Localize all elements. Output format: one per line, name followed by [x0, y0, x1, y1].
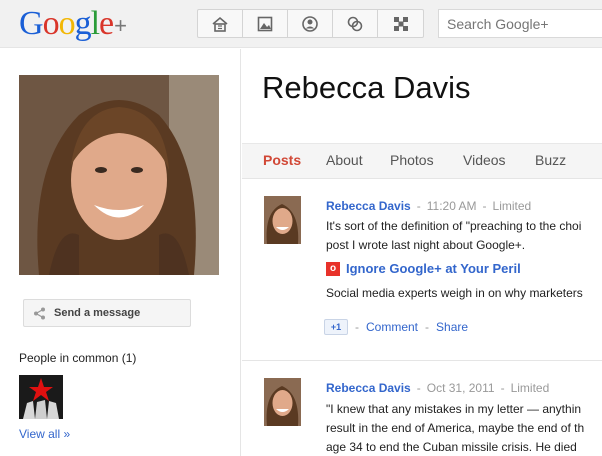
comment-link[interactable]: Comment	[366, 320, 418, 334]
profile-tabs: Posts About Photos Videos Buzz	[242, 143, 602, 179]
share-link[interactable]: Share	[436, 320, 468, 334]
post-visibility[interactable]: Limited	[493, 199, 532, 213]
tab-buzz[interactable]: Buzz	[535, 152, 566, 168]
post-visibility[interactable]: Limited	[511, 381, 550, 395]
tab-about[interactable]: About	[326, 152, 363, 168]
people-in-common-label: People in common (1)	[19, 351, 137, 365]
nav-profile-button[interactable]	[288, 10, 333, 37]
common-person-avatar[interactable]	[19, 375, 63, 419]
profile-sidebar: Send a message People in common (1) View…	[0, 49, 241, 456]
shared-link-description: Social media experts weigh in on why mar…	[326, 286, 583, 300]
profile-icon	[302, 15, 318, 32]
shared-link[interactable]: o Ignore Google+ at Your Peril	[326, 261, 521, 276]
post-text: It's sort of the definition of "preachin…	[326, 219, 582, 252]
post-actions: +1 - Comment - Share	[324, 319, 468, 335]
site-favicon-icon: o	[326, 261, 340, 276]
tab-photos[interactable]: Photos	[390, 152, 434, 168]
circles-icon	[347, 16, 363, 31]
nav-photos-button[interactable]	[243, 10, 288, 37]
tab-posts[interactable]: Posts	[263, 152, 301, 168]
post-text: "I knew that any mistakes in my letter —…	[326, 402, 585, 454]
shared-link-title[interactable]: Ignore Google+ at Your Peril	[346, 261, 521, 276]
post-meta: Rebecca Davis - Oct 31, 2011- Limited	[326, 381, 550, 395]
google-plus-logo[interactable]: Google+	[19, 4, 127, 44]
tab-videos[interactable]: Videos	[463, 152, 506, 168]
nav-games-button[interactable]	[378, 10, 423, 37]
post-divider	[242, 360, 602, 361]
author-avatar[interactable]	[264, 378, 301, 426]
post-meta: Rebecca Davis -11:20 AM - Limited	[326, 199, 532, 213]
plus-one-button[interactable]: +1	[324, 319, 348, 335]
home-icon	[212, 16, 228, 32]
share-icon	[34, 307, 45, 319]
view-all-link[interactable]: View all »	[19, 427, 70, 441]
nav-circles-button[interactable]	[333, 10, 378, 37]
top-bar: Google+	[0, 0, 602, 48]
nav-home-button[interactable]	[198, 10, 243, 37]
games-icon	[393, 16, 408, 31]
send-message-button[interactable]: Send a message	[23, 299, 191, 327]
post-time[interactable]: Oct 31, 2011	[427, 381, 495, 395]
search-input[interactable]	[438, 9, 602, 38]
profile-photo	[19, 75, 219, 275]
main-nav	[197, 9, 424, 38]
send-message-label: Send a message	[54, 307, 141, 319]
profile-name: Rebecca Davis	[262, 70, 471, 105]
post-time[interactable]: 11:20 AM	[427, 199, 477, 213]
author-avatar[interactable]	[264, 196, 301, 244]
photos-icon	[257, 16, 273, 31]
post-author[interactable]: Rebecca Davis	[326, 199, 411, 213]
post-author[interactable]: Rebecca Davis	[326, 381, 411, 395]
